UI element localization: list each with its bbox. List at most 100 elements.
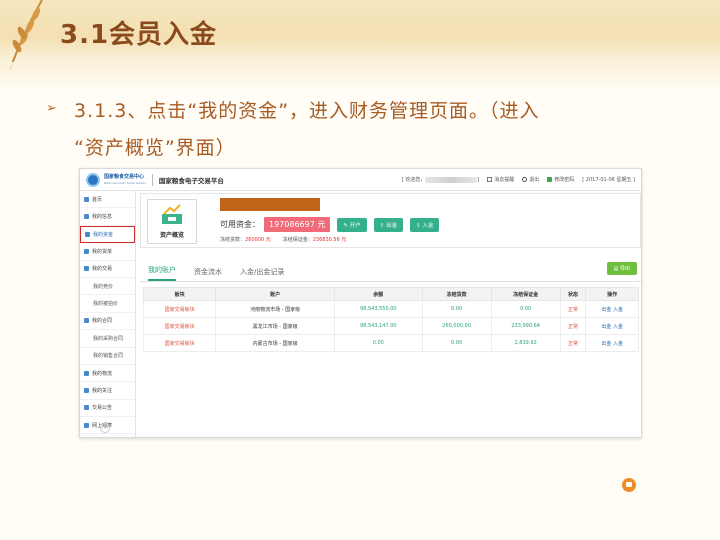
export-button[interactable]: ▤ 导出 <box>606 262 637 275</box>
sidebar: 首页 我的信息 我的资金 我的货单 我的交易 我的竞价 我的被拍价 我的合同 我… <box>80 191 136 437</box>
cell-status: 正常 <box>559 300 587 318</box>
wallet-icon <box>85 231 90 237</box>
app-screenshot: 国家粮食交易中心 National Grain Trade Center 国家粮… <box>79 168 642 438</box>
divider <box>151 173 153 186</box>
sidebar-item-home[interactable]: 首页 <box>80 191 135 209</box>
asset-overview-card: 资产概览 <box>147 199 197 244</box>
goods-icon <box>84 248 89 254</box>
welcome-text: [ 欢迎您，] <box>401 176 480 183</box>
open-account-button[interactable]: ✎ 开户 <box>337 217 367 232</box>
col-header: 状态 <box>559 287 587 301</box>
sidebar-item-my-info[interactable]: 我的信息 <box>80 208 135 226</box>
frozen-summary: 冻结货款：260000 元 冻结保证金：236830.56 元 <box>220 236 346 243</box>
bullet-icon: ➢ <box>46 101 57 116</box>
username-redacted <box>425 176 478 183</box>
cell-board: 国家交易板块 <box>142 317 217 335</box>
available-funds-row: 可用资金： 197086697 元 ✎ 开户 ⇧ 出金 ⇩ 入金 <box>220 217 440 232</box>
cell-balance: 0.00 <box>334 334 423 352</box>
cell-board: 国家交易板块 <box>142 334 217 352</box>
cell-account: 内蒙古市场 - 国家级 <box>215 334 336 352</box>
sidebar-item-my-funds[interactable]: 我的资金 <box>80 225 135 244</box>
logo[interactable]: 国家粮食交易中心 National Grain Trade Center <box>86 172 146 187</box>
app-topbar: 国家粮食交易中心 National Grain Trade Center 国家粮… <box>80 169 641 191</box>
col-header: 余额 <box>334 287 423 301</box>
cell-frozen-margin: 2,839.92 <box>490 334 561 352</box>
mail-icon <box>487 177 493 182</box>
slide-title: 3.1会员入金 <box>60 20 218 50</box>
cell-frozen-goods: 0.00 <box>421 300 492 318</box>
sidebar-item-my-goods[interactable]: 我的货单 <box>80 243 135 261</box>
tab-my-account[interactable]: 我的账户 <box>148 265 176 281</box>
contract-icon <box>84 318 89 324</box>
logo-subtitle: National Grain Trade Center <box>104 180 146 185</box>
cell-account: 河南物流市场 - 国家级 <box>215 300 336 318</box>
cell-actions[interactable]: 出金 入金 <box>585 334 639 352</box>
cell-frozen-margin: 233,990.64 <box>490 317 561 335</box>
date-text: [ 2017-01-06 星期五 ] <box>582 177 635 183</box>
accounts-table: 板块 账户 余额 冻结货款 冻结保证金 状态 操作 国家交易板块 河南物流市场 … <box>142 287 639 352</box>
main-content: 资产概览 可用资金： 197086697 元 ✎ 开户 ⇧ 出金 ⇩ 入金 冻结… <box>140 193 641 437</box>
step-text-line1: 3.1.3、点击“我的资金”，进入财务管理页面。（进入 <box>74 100 540 122</box>
col-header: 冻结货款 <box>421 287 492 301</box>
table-header-row: 板块 账户 余额 冻结货款 冻结保证金 状态 操作 <box>142 287 639 301</box>
table-row: 国家交易板块 河南物流市场 - 国家级 98,543,550.00 0.00 0… <box>142 300 639 318</box>
cell-board: 国家交易板块 <box>142 300 217 318</box>
withdraw-button[interactable]: ⇧ 出金 <box>373 217 404 232</box>
sidebar-item-my-contracts[interactable]: 我的合同 <box>80 313 135 331</box>
money-chart-icon <box>162 204 182 224</box>
account-name-redacted <box>220 198 320 211</box>
collapse-sidebar-button[interactable]: « <box>100 423 110 433</box>
cell-frozen-goods: 260,000.00 <box>421 317 492 335</box>
funds-tabs: 我的账户 资金流水 入金/出金记录 ▤ 导出 <box>140 260 641 282</box>
logo-icon <box>86 172 100 187</box>
cell-balance: 98,543,550.00 <box>334 300 423 318</box>
sidebar-item-trade-notices[interactable]: 交易公告 <box>80 400 135 418</box>
frozen-goods: 冻结货款：260000 元 <box>220 237 271 243</box>
logo-name: 国家粮食交易中心 <box>104 173 145 180</box>
logout-link[interactable]: 退出 <box>522 176 539 183</box>
available-funds-label: 可用资金： <box>220 220 260 229</box>
col-header: 账户 <box>215 287 336 301</box>
col-header: 板块 <box>142 287 217 301</box>
cell-status: 正常 <box>559 334 587 352</box>
table-row: 国家交易板块 黑龙江市场 - 国家级 98,543,147.00 260,000… <box>142 317 639 335</box>
tab-fund-flow[interactable]: 资金流水 <box>194 267 222 281</box>
sidebar-item-my-trades[interactable]: 我的交易 <box>80 261 135 278</box>
table-row: 国家交易板块 内蒙古市场 - 国家级 0.00 0.00 2,839.92 正常… <box>142 334 639 352</box>
cell-balance: 98,543,147.00 <box>334 317 423 335</box>
trade-icon <box>84 266 89 272</box>
home-icon <box>84 196 89 202</box>
sidebar-item-my-bids[interactable]: 我的竞价 <box>80 278 135 296</box>
available-funds-value: 197086697 元 <box>264 217 331 232</box>
cell-frozen-margin: 0.00 <box>490 300 561 318</box>
notice-icon <box>84 405 89 411</box>
frozen-margin: 冻结保证金：236830.56 元 <box>282 237 347 243</box>
eye-icon <box>84 422 89 428</box>
tab-deposit-withdraw-records[interactable]: 入金/出金记录 <box>240 267 284 281</box>
power-icon <box>522 177 528 182</box>
cell-account: 黑龙江市场 - 国家级 <box>215 317 336 335</box>
step-text-line2: “资产概览”界面） <box>74 137 236 159</box>
platform-title: 国家粮食电子交易平台 <box>158 176 224 185</box>
heart-icon <box>84 387 89 393</box>
sidebar-item-purchase-contracts[interactable]: 我的采购合同 <box>80 330 135 348</box>
col-header: 冻结保证金 <box>490 287 561 301</box>
truck-icon <box>84 370 89 376</box>
messages-link[interactable]: 消息提醒 <box>487 176 514 183</box>
cell-actions[interactable]: 出金 入金 <box>585 300 639 318</box>
sidebar-item-my-auctioned[interactable]: 我的被拍价 <box>80 295 135 313</box>
asset-overview-label: 资产概览 <box>159 232 184 239</box>
cell-frozen-goods: 0.00 <box>421 334 492 352</box>
change-password-link[interactable]: 修改密码 <box>547 176 574 183</box>
user-icon <box>84 214 89 220</box>
chat-icon[interactable] <box>622 478 636 492</box>
lock-icon <box>547 177 553 182</box>
sidebar-item-sales-contracts[interactable]: 我的销售合同 <box>80 348 135 365</box>
cell-status: 正常 <box>559 317 587 335</box>
deposit-button[interactable]: ⇩ 入金 <box>410 217 440 232</box>
col-header: 操作 <box>585 287 639 301</box>
sidebar-item-my-logistics[interactable]: 我的物流 <box>80 365 135 383</box>
asset-overview-panel: 资产概览 可用资金： 197086697 元 ✎ 开户 ⇧ 出金 ⇩ 入金 冻结… <box>140 193 641 248</box>
sidebar-item-my-follows[interactable]: 我的关注 <box>80 382 135 400</box>
cell-actions[interactable]: 出金 入金 <box>585 317 639 335</box>
